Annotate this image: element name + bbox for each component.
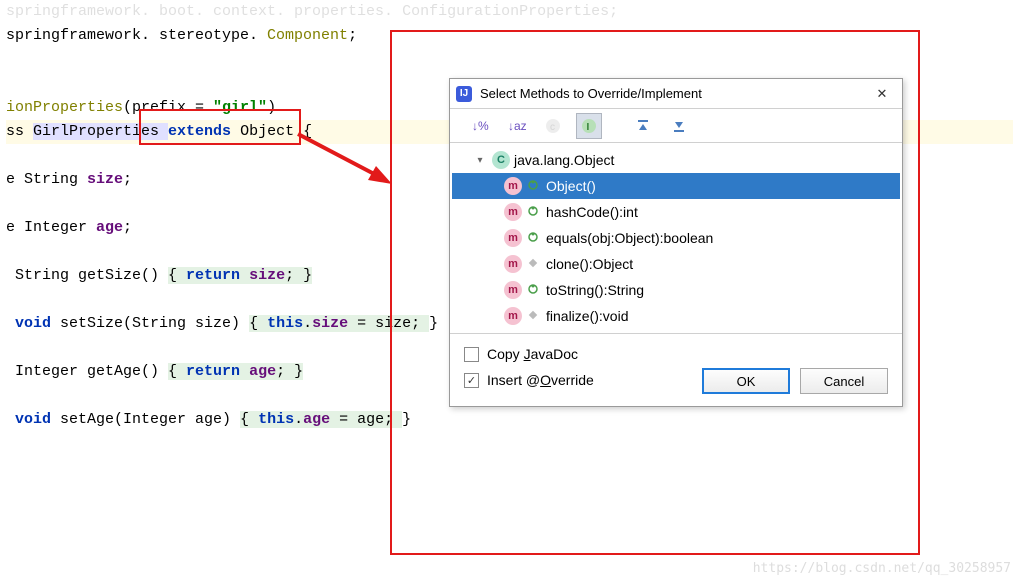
svg-text:c: c <box>550 122 555 133</box>
tree-method-item[interactable]: m Object() <box>452 173 900 199</box>
watermark: https://blog.csdn.net/qq_30258957 <box>753 561 1011 576</box>
sort-by-visibility-button[interactable]: ↓% <box>468 113 494 139</box>
dialog-titlebar[interactable]: IJ Select Methods to Override/Implement … <box>450 79 902 109</box>
intellij-icon: IJ <box>456 86 472 102</box>
tree-method-item[interactable]: m hashCode():int <box>452 199 900 225</box>
collapse-all-button[interactable] <box>666 113 692 139</box>
dialog-footer: Copy JavaDoc ✓ Insert @Override OK Cance… <box>450 333 902 406</box>
checkbox-unchecked-icon <box>464 347 479 362</box>
public-icon <box>528 206 540 219</box>
tree-method-item[interactable]: m toString():String <box>452 277 900 303</box>
method-label: finalize():void <box>546 308 628 324</box>
method-tree: ▾ C java.lang.Object m Object() m hashCode(… <box>450 143 902 333</box>
cancel-button[interactable]: Cancel <box>800 368 888 394</box>
sort-alphabetically-button[interactable]: ↓aᴢ <box>504 113 530 139</box>
tree-method-item[interactable]: m finalize():void <box>452 303 900 329</box>
class-icon: C <box>492 151 510 169</box>
method-label: Object() <box>546 178 596 194</box>
public-icon <box>528 232 540 245</box>
method-label: toString():String <box>546 282 644 298</box>
tree-root-object[interactable]: ▾ C java.lang.Object <box>452 147 900 173</box>
close-icon[interactable]: ✕ <box>870 82 894 106</box>
show-interfaces-button[interactable]: I <box>576 113 602 139</box>
tree-method-item[interactable]: m clone():Object <box>452 251 900 277</box>
method-icon: m <box>504 281 522 299</box>
svg-text:I: I <box>587 122 590 133</box>
import-line: springframework. stereotype. Component; <box>6 27 357 44</box>
public-icon <box>528 180 540 193</box>
tree-root-label: java.lang.Object <box>514 152 614 168</box>
dialog-toolbar: ↓% ↓aᴢ c I <box>450 109 902 143</box>
method-icon: m <box>504 255 522 273</box>
override-dialog: IJ Select Methods to Override/Implement … <box>449 78 903 407</box>
method-label: hashCode():int <box>546 204 638 220</box>
public-icon <box>528 284 540 297</box>
insert-override-checkbox[interactable]: ✓ Insert @Override <box>464 372 702 388</box>
method-icon: m <box>504 177 522 195</box>
tree-method-item[interactable]: m equals(obj:Object):boolean <box>452 225 900 251</box>
method-label: equals(obj:Object):boolean <box>546 230 713 246</box>
copy-javadoc-checkbox[interactable]: Copy JavaDoc <box>464 346 888 362</box>
method-icon: m <box>504 229 522 247</box>
svg-text:↓aᴢ: ↓aᴢ <box>508 119 526 133</box>
method-icon: m <box>504 203 522 221</box>
dialog-title: Select Methods to Override/Implement <box>480 86 870 101</box>
svg-text:↓%: ↓% <box>472 119 489 133</box>
method-label: clone():Object <box>546 256 633 272</box>
checkbox-checked-icon: ✓ <box>464 373 479 388</box>
protected-icon <box>528 310 540 323</box>
method-icon: m <box>504 307 522 325</box>
ok-button[interactable]: OK <box>702 368 790 394</box>
show-classes-button: c <box>540 113 566 139</box>
expand-all-button[interactable] <box>630 113 656 139</box>
chevron-down-icon: ▾ <box>474 155 486 166</box>
protected-icon <box>528 258 540 271</box>
